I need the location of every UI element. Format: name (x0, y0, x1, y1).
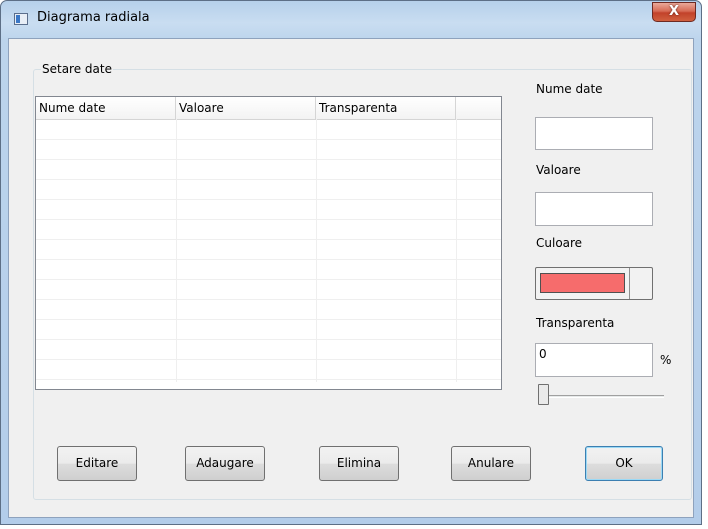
transparency-field[interactable] (535, 343, 653, 377)
list-row-divider (36, 379, 501, 380)
list-row-divider (36, 359, 501, 360)
cancel-button[interactable]: Anulare (451, 446, 531, 481)
list-row-divider (36, 139, 501, 140)
group-legend: Setare date (41, 62, 113, 76)
close-button[interactable]: X (652, 2, 696, 22)
list-row-divider (36, 239, 501, 240)
value-field[interactable] (535, 192, 653, 226)
name-field[interactable] (535, 117, 653, 150)
add-button[interactable]: Adaugare (185, 446, 265, 481)
color-label: Culoare (536, 236, 583, 250)
percent-sign: % (660, 353, 672, 367)
column-header-extra[interactable] (456, 97, 501, 119)
close-icon: X (668, 4, 680, 19)
list-header: Nume date Valoare Transparenta (36, 97, 501, 120)
delete-button[interactable]: Elimina (319, 446, 399, 481)
transparency-slider-thumb[interactable] (538, 384, 549, 405)
list-row-divider (36, 159, 501, 160)
window-title: Diagrama radiala (37, 10, 150, 25)
list-row-divider (36, 319, 501, 320)
color-picker-button[interactable] (535, 267, 653, 300)
name-label: Nume date (536, 82, 603, 96)
value-input[interactable] (536, 193, 652, 225)
color-picker-divider (629, 268, 630, 299)
list-row-divider (36, 279, 501, 280)
data-list[interactable]: Nume date Valoare Transparenta (35, 96, 502, 390)
transparency-slider-track[interactable] (540, 395, 664, 398)
edit-button[interactable]: Editare (57, 446, 137, 481)
color-swatch (540, 273, 625, 293)
value-label: Valoare (536, 163, 581, 177)
list-row-divider (36, 299, 501, 300)
column-header-transparency[interactable]: Transparenta (316, 97, 456, 119)
window-icon (14, 13, 28, 25)
list-row-divider (36, 339, 501, 340)
transparency-label: Transparenta (536, 316, 615, 330)
list-row-divider (36, 199, 501, 200)
dialog-window: Diagrama radiala X Setare date Nume date… (0, 0, 702, 525)
column-header-value[interactable]: Valoare (176, 97, 316, 119)
dialog-client-area: Setare date Nume date Valoare Transparen… (8, 38, 694, 518)
column-header-name[interactable]: Nume date (36, 97, 176, 119)
list-row-divider (36, 179, 501, 180)
ok-button[interactable]: OK (585, 446, 663, 481)
list-row-divider (36, 219, 501, 220)
list-row-divider (36, 259, 501, 260)
transparency-input[interactable] (536, 344, 652, 376)
list-bottom-edge (36, 382, 501, 389)
title-bar[interactable]: Diagrama radiala X (1, 1, 701, 37)
name-input[interactable] (536, 118, 652, 149)
